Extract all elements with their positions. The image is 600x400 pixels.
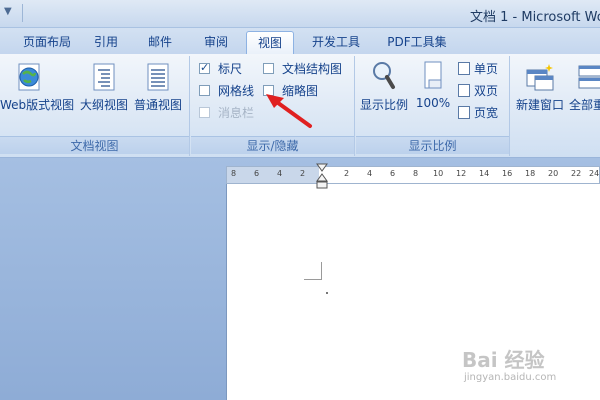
window-title: 文档 1 - Microsoft Wo: [470, 10, 600, 25]
group-window: 新建窗口 全部重: [511, 56, 600, 156]
ruler-tick: 24: [589, 169, 600, 178]
group-zoom: 显示比例 100% 单页 双页 页宽 显示比例: [356, 56, 510, 156]
web-layout-label: Web: [0, 98, 27, 112]
page-width-icon: [458, 106, 470, 119]
ruler-tick: 8: [231, 169, 237, 178]
page-width-button[interactable]: 页宽: [458, 104, 498, 122]
two-pages-icon: [458, 84, 470, 97]
new-window-icon: [526, 64, 554, 91]
gridlines-checkbox-label: 网格线: [218, 84, 255, 98]
page-width-label: 页宽: [474, 106, 499, 120]
message-bar-checkbox: 消息栏: [199, 104, 254, 122]
document-map-checkbox-box[interactable]: [263, 63, 274, 74]
tab-pdf-tools[interactable]: PDF工具集: [380, 31, 454, 54]
one-page-button[interactable]: 单页: [458, 60, 498, 78]
ruler-tick: 8: [413, 169, 419, 178]
two-pages-button[interactable]: 双页: [458, 82, 498, 100]
ruler-tick: 2: [344, 169, 350, 178]
annotation-arrow-icon: [266, 94, 312, 128]
draft-view-label: 普通视图: [133, 98, 182, 112]
margin-crop-mark: [304, 262, 322, 280]
magnifier-icon: [373, 62, 395, 89]
tab-mailings[interactable]: 邮件: [140, 31, 180, 54]
ruler-tick: 22: [571, 169, 582, 178]
title-bar: ▼ 文档 1 - Microsoft Wo: [0, 0, 600, 28]
new-window-button[interactable]: 新建窗口: [513, 62, 567, 113]
tab-page-layout[interactable]: 页面布局: [18, 31, 76, 54]
zoom-button[interactable]: 显示比例: [358, 60, 410, 113]
tab-references[interactable]: 引用: [86, 31, 126, 54]
ribbon-tab-bar: 页面布局 引用 邮件 审阅 视图 开发工具 PDF工具集: [0, 28, 600, 54]
document-map-checkbox-label: 文档结构图: [282, 62, 343, 76]
quick-access-dropdown-icon[interactable]: ▼: [4, 6, 12, 17]
zoom-100-button[interactable]: 100%: [414, 60, 452, 110]
gridlines-checkbox[interactable]: 网格线: [199, 82, 254, 100]
group-label-document-views: 文档视图: [0, 136, 189, 154]
globe-page-icon: [18, 63, 40, 91]
ruler-tick: 6: [390, 169, 396, 178]
web-layout-button[interactable]: Web版式视图: [0, 62, 74, 113]
ruler-tick: 10: [433, 169, 444, 178]
message-bar-checkbox-box: [199, 107, 210, 118]
ruler-tick: 6: [254, 169, 260, 178]
tab-developer[interactable]: 开发工具: [304, 31, 368, 54]
draft-document-icon: [147, 63, 169, 91]
ruler-checkbox[interactable]: 标尺: [199, 59, 243, 78]
new-window-label: 新建窗口: [515, 98, 564, 112]
zoom-button-label: 显示比例: [359, 98, 408, 112]
zoom-100-label: 100%: [415, 96, 451, 110]
outline-view-button[interactable]: 大纲视图: [78, 62, 130, 113]
quick-access-separator: [22, 4, 23, 22]
tab-review[interactable]: 审阅: [196, 31, 236, 54]
ruler-checkbox-box[interactable]: [199, 59, 210, 77]
ruler-tick: 4: [367, 169, 373, 178]
gridlines-checkbox-box[interactable]: [199, 85, 210, 96]
indent-marker-icon[interactable]: [316, 163, 328, 189]
draft-view-button[interactable]: 普通视图: [132, 62, 184, 113]
ruler-checkbox-label: 标尺: [218, 62, 243, 76]
ruler-tick: 16: [502, 169, 513, 178]
one-page-icon: [458, 62, 470, 75]
outline-view-label: 大纲视图: [79, 98, 128, 112]
ruler-tick: 2: [300, 169, 306, 178]
ruler-tick: 4: [277, 169, 283, 178]
text-cursor: [326, 292, 328, 294]
document-map-checkbox[interactable]: 文档结构图: [263, 60, 342, 78]
arrange-all-label: 全部重: [569, 98, 600, 112]
ruler-tick: 14: [479, 169, 490, 178]
group-label-zoom: 显示比例: [356, 136, 509, 154]
group-label-show-hide: 显示/隐藏: [191, 136, 354, 154]
horizontal-ruler[interactable]: 8 6 4 2 2 4 6 8 10 12 14 16 18 20 22 24: [226, 166, 600, 184]
message-bar-checkbox-label: 消息栏: [218, 106, 255, 120]
arrange-all-button[interactable]: 全部重: [569, 62, 600, 113]
ruler-tick: 12: [456, 169, 467, 178]
print-layout-label: 版式视图: [26, 98, 75, 112]
page-100-icon: [424, 61, 442, 89]
arrange-all-icon: [578, 65, 600, 89]
ruler-tick: 18: [525, 169, 536, 178]
tab-view[interactable]: 视图: [246, 31, 294, 54]
baidu-watermark-url: jingyan.baidu.com: [464, 372, 557, 383]
outline-document-icon: [93, 63, 115, 91]
baidu-watermark: Bai 经验: [462, 348, 545, 372]
group-document-views: Web版式视图 大纲视图 普通视图 文档视图: [0, 56, 190, 156]
two-pages-label: 双页: [474, 84, 499, 98]
ruler-tick: 20: [548, 169, 559, 178]
one-page-label: 单页: [474, 62, 499, 76]
ruler-left-margin: [227, 167, 319, 183]
